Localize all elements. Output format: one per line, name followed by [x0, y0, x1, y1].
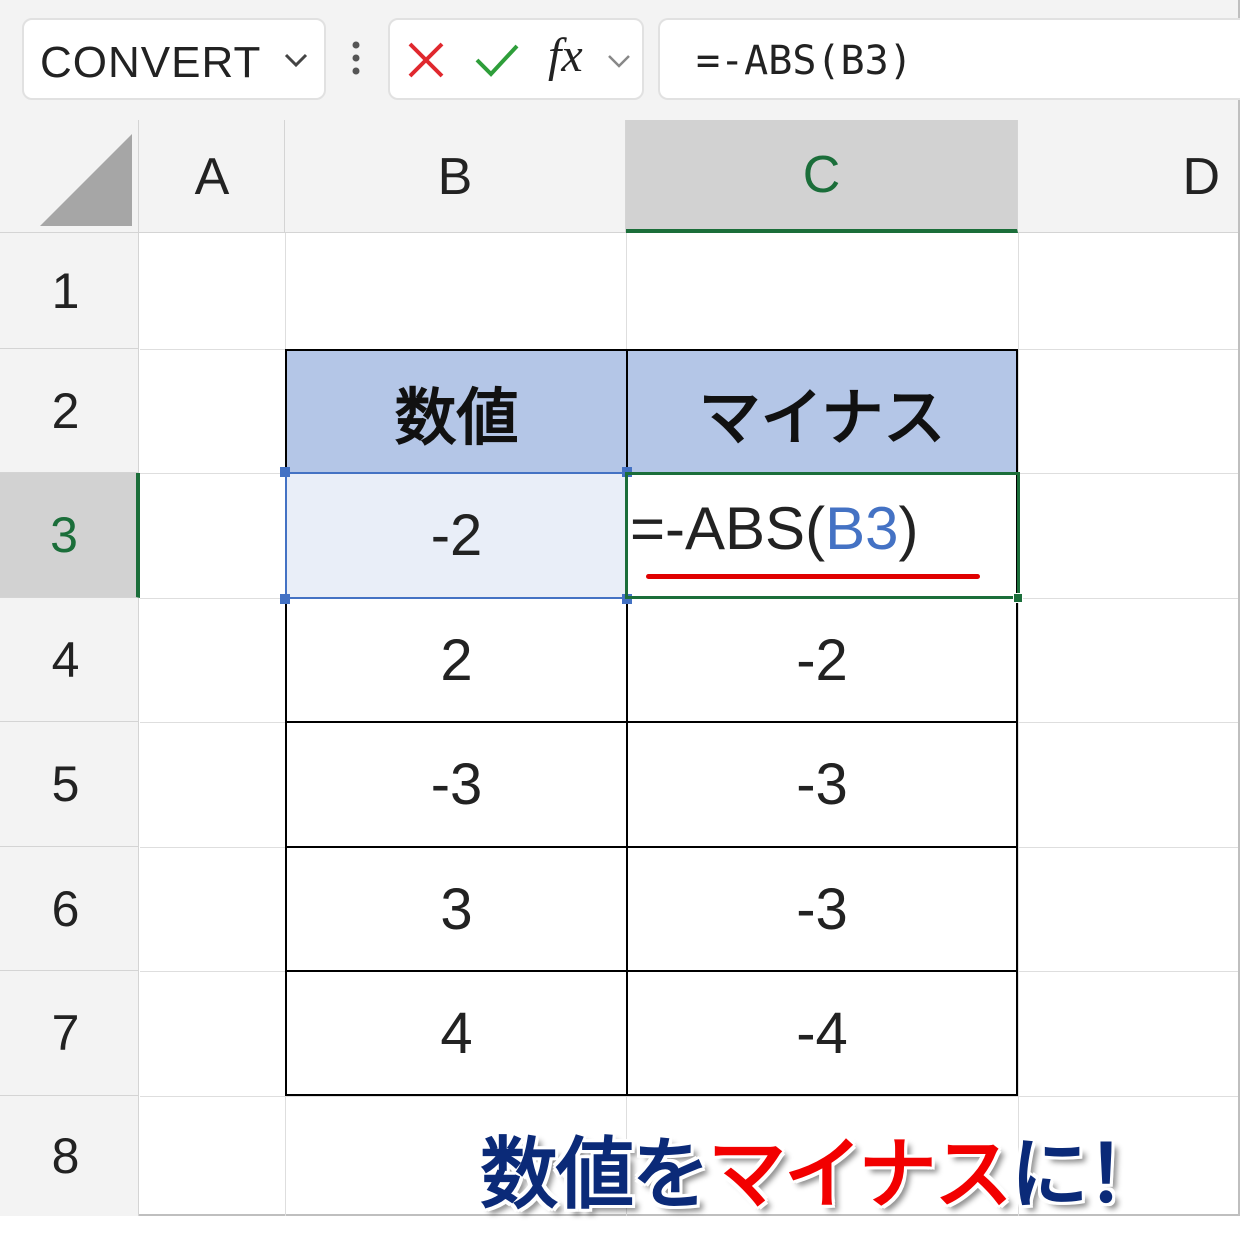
- formula-prefix: =-ABS(: [630, 495, 826, 562]
- select-all-button[interactable]: [0, 120, 139, 233]
- caption: 数値をマイナスに！: [480, 1112, 1164, 1224]
- row-header-7[interactable]: 7: [0, 971, 139, 1096]
- cell-b3[interactable]: -2: [285, 472, 628, 599]
- cell-c7[interactable]: -4: [626, 970, 1018, 1096]
- reference-handle[interactable]: [280, 467, 290, 477]
- caption-part1: 数値を: [480, 1130, 710, 1220]
- row-header-8[interactable]: 8: [0, 1096, 139, 1216]
- name-box[interactable]: CONVERT: [22, 18, 326, 100]
- row-header-4[interactable]: 4: [0, 598, 139, 722]
- more-vertical-icon[interactable]: [346, 38, 366, 78]
- reference-handle[interactable]: [622, 467, 632, 477]
- select-all-icon: [40, 134, 132, 226]
- name-box-value: CONVERT: [40, 38, 262, 87]
- caption-part3: に！: [1010, 1130, 1164, 1220]
- formula-suffix: ): [898, 495, 919, 562]
- cell-b7[interactable]: 4: [285, 970, 628, 1096]
- cell-b6[interactable]: 3: [285, 846, 628, 972]
- formula-bar: CONVERT fx =-ABS(B3): [0, 0, 1240, 120]
- header-cell-minus[interactable]: マイナス: [626, 349, 1018, 474]
- formula-text: =-ABS(B3): [696, 38, 913, 84]
- formula-reference: B3: [825, 495, 899, 562]
- formula-underline: [646, 574, 980, 579]
- column-header-d[interactable]: D: [1018, 120, 1238, 233]
- row-header-1[interactable]: 1: [0, 233, 139, 349]
- column-header-a[interactable]: A: [140, 120, 285, 233]
- formula-input[interactable]: =-ABS(B3): [658, 18, 1240, 100]
- cell-c4[interactable]: -2: [626, 597, 1018, 723]
- row-header-column: 1 2 3 4 5 6 7 8: [0, 233, 140, 1216]
- editing-formula[interactable]: =-ABS(B3): [630, 494, 918, 563]
- cell-c5[interactable]: -3: [626, 721, 1018, 848]
- row-header-3[interactable]: 3: [0, 473, 140, 598]
- row-header-5[interactable]: 5: [0, 722, 139, 847]
- cancel-icon[interactable]: [406, 40, 446, 80]
- cell-c6[interactable]: -3: [626, 846, 1018, 972]
- caption-part2: マイナス: [708, 1130, 1012, 1220]
- chevron-down-icon[interactable]: [282, 48, 310, 72]
- reference-handle[interactable]: [622, 594, 632, 604]
- formula-edit-buttons: fx: [388, 18, 644, 100]
- row-header-6[interactable]: 6: [0, 847, 139, 971]
- fill-handle[interactable]: [1013, 593, 1023, 603]
- column-header-row: A B C D: [0, 120, 1238, 233]
- reference-handle[interactable]: [280, 594, 290, 604]
- chevron-down-icon[interactable]: [606, 50, 632, 72]
- cell-b5[interactable]: -3: [285, 721, 628, 848]
- enter-check-icon[interactable]: [474, 40, 520, 80]
- row-header-2[interactable]: 2: [0, 349, 139, 473]
- insert-function-icon[interactable]: fx: [548, 28, 583, 83]
- column-header-b[interactable]: B: [285, 120, 626, 233]
- excel-window: CONVERT fx =-ABS(B3) A B C D 1 2 3 4 5 6…: [0, 0, 1240, 1220]
- header-cell-value[interactable]: 数値: [285, 349, 628, 474]
- column-header-c[interactable]: C: [626, 120, 1018, 233]
- cell-b4[interactable]: 2: [285, 597, 628, 723]
